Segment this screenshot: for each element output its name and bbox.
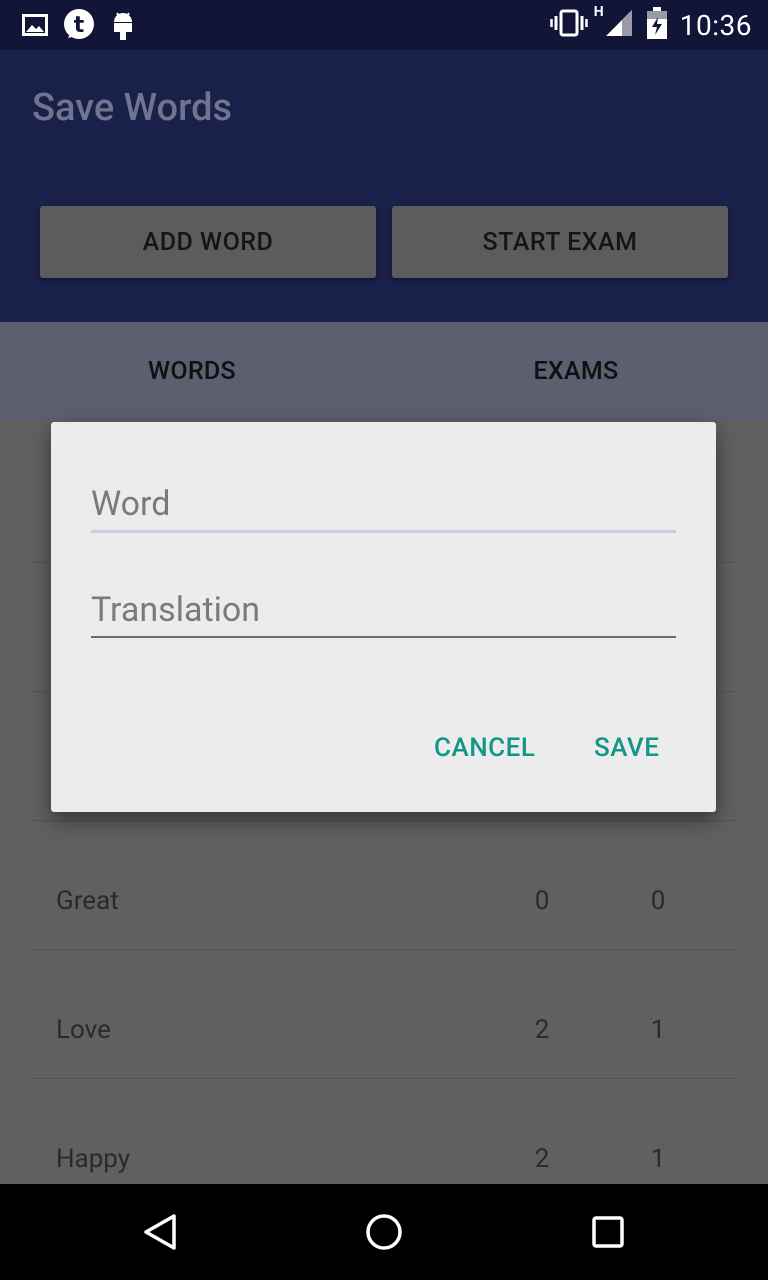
list-divider: [32, 1078, 736, 1079]
recents-icon[interactable]: [590, 1214, 626, 1254]
app-bar: Save Words: [0, 50, 768, 322]
app-title: Save Words: [32, 86, 233, 130]
add-word-button[interactable]: ADD WORD: [40, 206, 376, 278]
start-exam-button[interactable]: START EXAM: [392, 206, 728, 278]
word-field: [91, 478, 676, 533]
word-count-1: 2: [534, 1144, 550, 1174]
word-count-2: 1: [650, 1015, 666, 1045]
vibrate-icon: [550, 9, 588, 41]
status-bar-notifications: t: [22, 8, 136, 46]
android-icon: [110, 9, 136, 45]
tab-exams[interactable]: EXAMS: [384, 322, 768, 420]
word-input[interactable]: [91, 478, 676, 530]
word-text: Love: [56, 1015, 111, 1045]
cancel-button[interactable]: CANCEL: [434, 733, 535, 763]
status-bar: t H 10:36: [0, 0, 768, 50]
word-count-1: 2: [534, 1015, 550, 1045]
home-icon[interactable]: [364, 1212, 404, 1256]
word-count-1: 0: [534, 886, 550, 916]
svg-text:t: t: [74, 13, 85, 38]
network-type-label: H: [593, 4, 604, 20]
tab-words[interactable]: WORDS: [0, 322, 384, 420]
translation-field: [91, 584, 676, 638]
tumblr-icon: t: [62, 8, 96, 46]
word-count-2: 1: [650, 1144, 666, 1174]
list-divider: [32, 820, 736, 821]
save-button[interactable]: SAVE: [594, 733, 659, 763]
translation-input[interactable]: [91, 584, 676, 636]
status-time: 10:36: [679, 8, 752, 42]
tab-bar: WORDS EXAMS: [0, 322, 768, 420]
signal-icon: H: [594, 4, 634, 42]
status-bar-system: H 10:36: [550, 0, 752, 50]
back-icon[interactable]: [140, 1212, 180, 1256]
word-input-underline: [91, 530, 676, 533]
word-text: Great: [56, 886, 119, 916]
list-item[interactable]: Love 2 1: [0, 965, 768, 1094]
image-icon: [22, 13, 48, 41]
battery-charging-icon: [646, 7, 668, 43]
word-text: Happy: [56, 1144, 131, 1174]
word-count-2: 0: [650, 886, 666, 916]
navigation-bar: [0, 1184, 768, 1280]
translation-input-underline: [91, 636, 676, 638]
list-item[interactable]: Great 0 0: [0, 836, 768, 965]
list-divider: [32, 949, 736, 950]
